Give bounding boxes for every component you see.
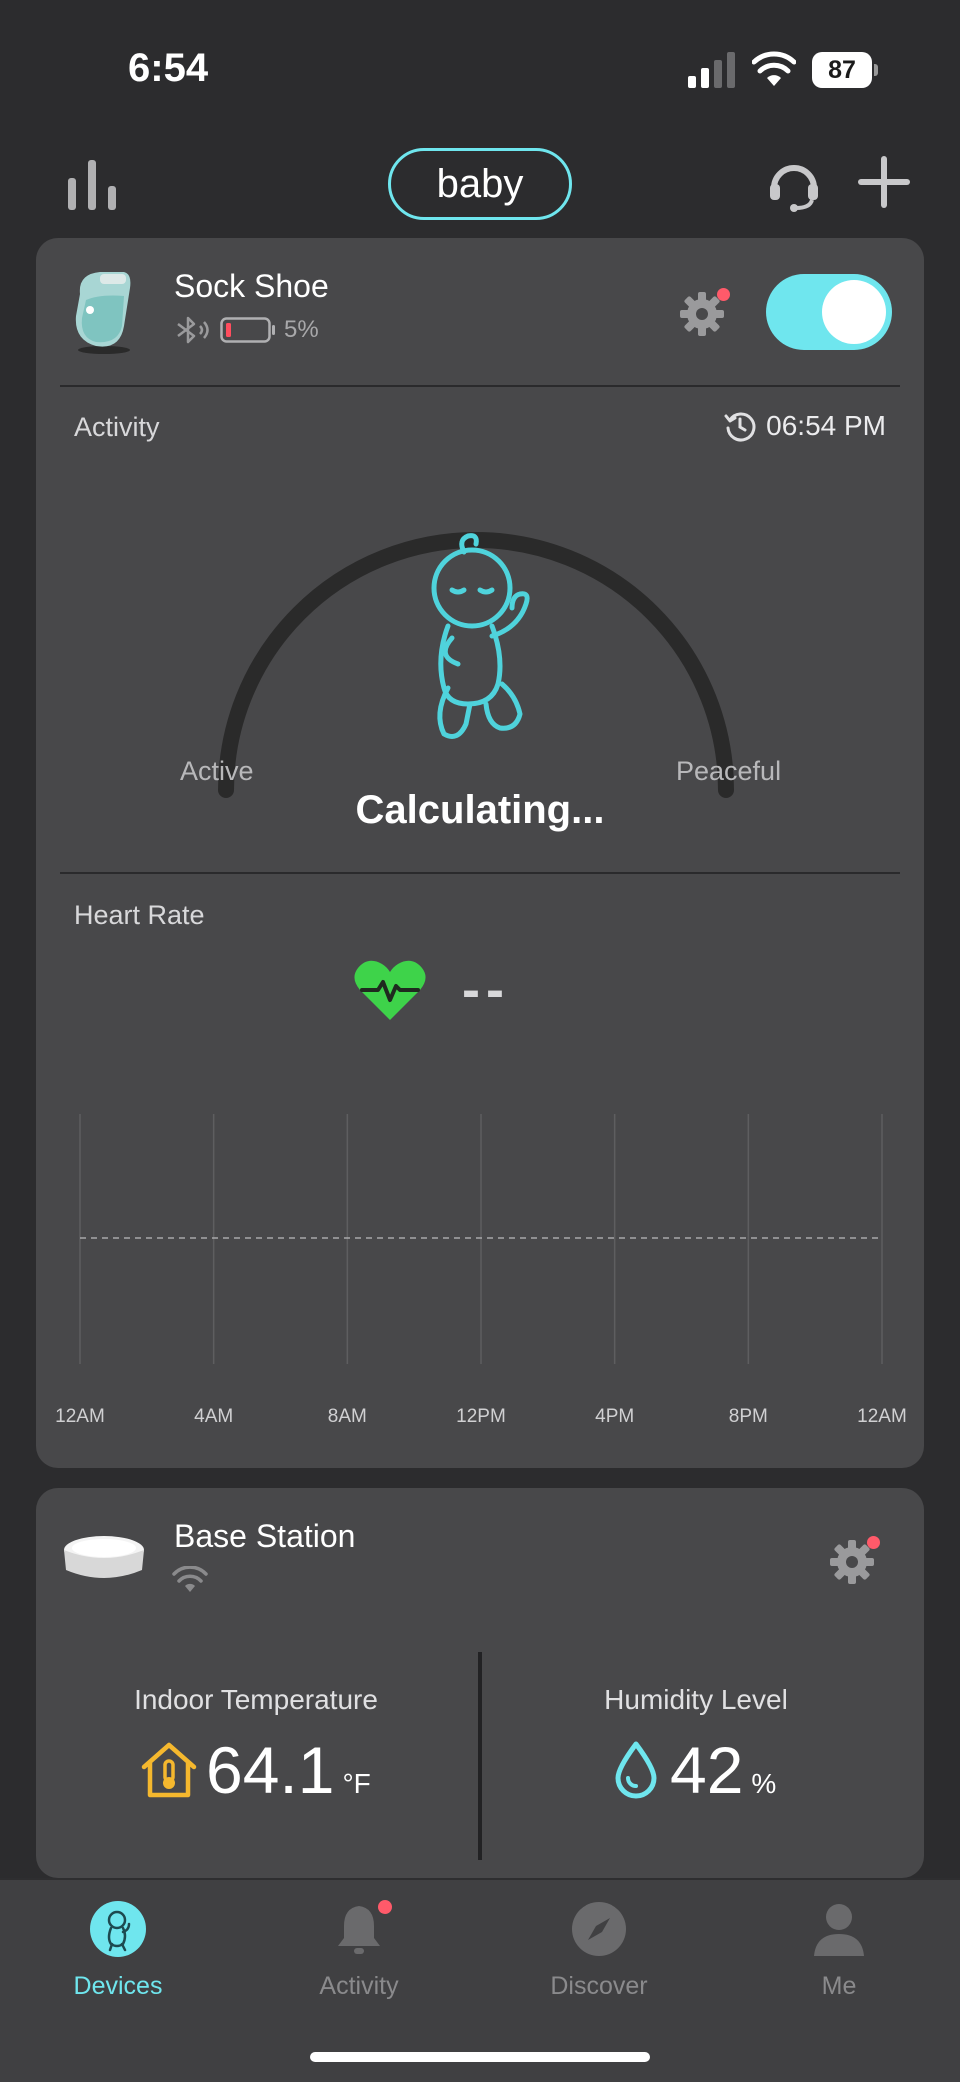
me-tab-icon: [810, 1900, 868, 1958]
sock-device-card[interactable]: Sock Shoe 5% Activity 06:54 PM Active Pe…: [36, 238, 924, 1468]
heart-pulse-icon: [354, 960, 426, 1020]
card-divider: [60, 872, 900, 874]
activity-label: Activity: [74, 412, 160, 442]
baby-avatar-icon: [90, 1901, 146, 1957]
base-station-card[interactable]: Base Station Indoor Temperature 64.1 °F: [36, 1488, 924, 1878]
heart-rate-label: Heart Rate: [74, 900, 205, 930]
temperature-reading: 64.1 °F: [140, 1732, 371, 1808]
bluetooth-icon: [177, 316, 209, 344]
activity-gauge: [218, 532, 734, 798]
last-updated: 06:54 PM: [724, 410, 886, 442]
history-clock-icon: [724, 412, 756, 442]
tab-devices-label: Devices: [73, 1972, 163, 2000]
chart-x-tick-label: 4AM: [194, 1406, 233, 1427]
compass-icon: [572, 1902, 626, 1956]
humidity-value: 42: [670, 1733, 744, 1807]
heart-rate-row: --: [352, 958, 510, 1022]
battery-indicator: 87: [812, 52, 878, 88]
device-battery-icon: [220, 317, 275, 343]
settings-alert-dot: [867, 1536, 880, 1549]
humidity-reading: 42 %: [610, 1732, 776, 1808]
tab-me[interactable]: Me: [739, 1900, 939, 2020]
heart-rate-value: --: [462, 960, 510, 1020]
tab-me-label: Me: [821, 1972, 857, 2000]
toggle-knob: [822, 280, 886, 344]
tab-discover[interactable]: Discover: [499, 1900, 699, 2020]
status-bar: 6:54 87: [0, 0, 960, 140]
activity-badge: [378, 1900, 392, 1914]
humidity-label: Humidity Level: [604, 1684, 788, 1715]
device-name: Sock Shoe: [174, 268, 329, 304]
sock-settings-button[interactable]: [678, 288, 730, 338]
activity-tab-icon: [330, 1900, 392, 1958]
wifi-icon: [752, 51, 796, 86]
battery-nub: [874, 64, 878, 76]
settings-alert-dot: [717, 288, 730, 301]
battery-level: 87: [812, 52, 872, 88]
chart-x-tick-label: 4PM: [595, 1406, 634, 1427]
home-indicator: [310, 2052, 650, 2062]
sock-device-image: [75, 272, 131, 354]
temperature-unit: °F: [342, 1768, 371, 1799]
water-drop-icon: [615, 1741, 657, 1799]
metric-divider: [478, 1652, 482, 1860]
add-device-icon[interactable]: [858, 156, 910, 208]
cellular-signal-icon: [688, 52, 735, 88]
top-bar: baby: [0, 140, 960, 230]
base-settings-button[interactable]: [828, 1536, 880, 1586]
status-time: 6:54: [128, 46, 209, 90]
gauge-peaceful-label: Peaceful: [676, 756, 782, 786]
chart-x-tick-label: 12PM: [456, 1406, 506, 1427]
devices-tab-icon: [89, 1900, 147, 1958]
support-headset-icon[interactable]: [766, 158, 822, 212]
base-station-image: [64, 1536, 144, 1578]
humidity-unit: %: [751, 1768, 777, 1799]
card-divider: [60, 385, 900, 387]
chart-x-tick-label: 8PM: [729, 1406, 768, 1427]
temperature-label: Indoor Temperature: [134, 1684, 378, 1715]
chart-x-tick-label: 12AM: [857, 1406, 907, 1427]
chart-x-tick-label: 8AM: [328, 1406, 367, 1427]
wifi-status-icon: [172, 1566, 208, 1592]
temperature-value: 64.1: [206, 1733, 335, 1807]
stats-chart-icon[interactable]: [66, 160, 118, 210]
profile-selector[interactable]: baby: [388, 148, 572, 220]
device-battery-percent: 5%: [284, 316, 319, 343]
device-status-row: 5%: [174, 316, 319, 344]
monitoring-toggle[interactable]: [766, 274, 892, 350]
baby-icon: [431, 533, 530, 739]
device-name: Base Station: [174, 1518, 356, 1554]
tab-activity[interactable]: Activity: [259, 1900, 459, 2020]
tab-devices[interactable]: Devices: [18, 1900, 218, 2020]
tab-activity-label: Activity: [319, 1972, 399, 2000]
person-icon: [814, 1904, 864, 1956]
last-updated-time: 06:54 PM: [766, 410, 886, 441]
gauge-active-label: Active: [180, 756, 254, 786]
discover-tab-icon: [570, 1900, 628, 1958]
activity-status: Calculating...: [355, 788, 605, 832]
home-temperature-icon: [141, 1742, 197, 1798]
heart-rate-chart: 12AM 4AM 8AM 12PM 4PM 8PM 12AM: [55, 1114, 907, 1427]
chart-x-tick-label: 12AM: [55, 1406, 105, 1427]
tab-discover-label: Discover: [550, 1972, 648, 2000]
